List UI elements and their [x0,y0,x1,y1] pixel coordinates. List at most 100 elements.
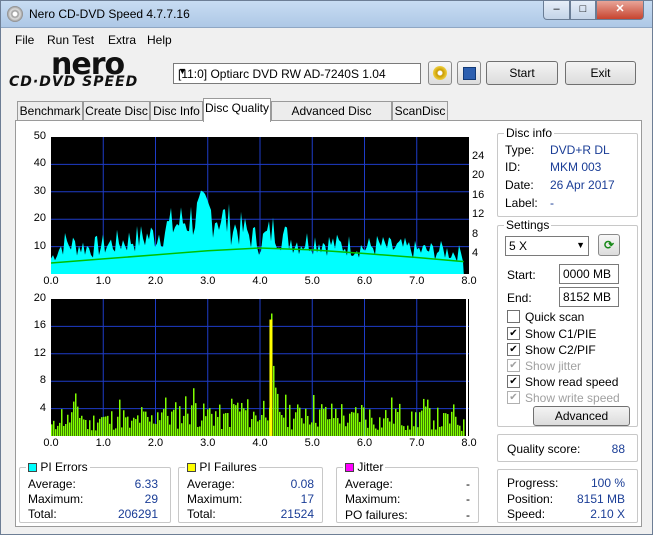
show-jitter-label: Show jitter [525,359,582,373]
pi-failure-bar [155,423,157,436]
close-button[interactable]: ✕ [596,1,644,20]
advanced-button[interactable]: Advanced [533,406,630,426]
x-tick: 7.0 [409,275,425,287]
pi-failure-bar [69,422,71,436]
pi-failure-bar [157,412,159,436]
pi-failure-bar [407,425,409,436]
pi-failure-bar [351,411,353,436]
pi-failure-bar [105,416,107,436]
pi-failure-bar [147,416,149,436]
pi-failure-bar [405,430,407,436]
tab-benchmark[interactable]: Benchmark [17,101,83,121]
pi-failure-bar [337,418,339,436]
speed-value: 5 X [509,239,528,253]
y-right-tick: 16 [472,188,485,201]
pi-failure-bar [325,406,327,436]
pi-failure-bar [387,418,389,436]
pi-failure-bar [323,408,325,436]
window-title: Nero CD-DVD Speed 4.7.7.16 [29,7,190,21]
menu-run-test[interactable]: Run Test [47,33,94,47]
pi-failure-bar [73,401,75,436]
speed-select[interactable]: 5 X ▼ [505,236,589,256]
menu-extra[interactable]: Extra [108,33,136,47]
pi-failure-bar [421,410,423,436]
end-input[interactable]: 8152 MB [559,287,619,307]
pi-failure-bar [307,415,309,436]
pi-errors-average-label: Average: [28,477,76,491]
tab-scandisc[interactable]: ScanDisc [392,101,448,121]
menu-help[interactable]: Help [147,33,172,47]
pi-failure-bar [309,424,311,436]
pi-failure-bar [127,416,129,436]
pi-failure-bar [89,420,91,436]
disc-label-label: Label: [505,196,538,210]
disc-info-group: Disc info Type: DVD+R DL ID: MKM 003 Dat… [497,126,638,217]
pi-errors-area [51,190,464,274]
pi-failure-bar [457,424,459,436]
pi-failure-bar [225,413,227,436]
refresh-button[interactable]: ⟳ [598,234,620,256]
pi-failure-bar [401,425,403,436]
check-icon: ✔ [507,391,520,404]
pi-failure-bar [365,419,367,436]
pi-failure-bar [197,426,199,436]
pi-failure-bar [199,426,201,436]
pi-failure-bar [221,428,223,436]
pi-failure-bar [281,414,283,436]
pi-failure-bar [101,417,103,436]
title-bar[interactable]: Nero CD-DVD Speed 4.7.7.16 – □ ✕ [1,1,652,28]
pi-failures-chart [51,299,469,436]
disc-eject-button[interactable] [428,61,452,85]
tab-create-disc[interactable]: Create Disc [83,101,150,121]
pi-failure-bar [341,404,343,436]
pi-failure-bar [169,424,171,436]
pi-failure-bar [207,409,209,436]
drive-select[interactable]: [11:0] Optiarc DVD RW AD-7240S 1.04 ▼ [173,63,421,84]
cyan-swatch [28,463,37,472]
pi-failure-bar [285,394,287,436]
pi-failure-bar [109,423,111,436]
pi-failure-bar [423,398,425,436]
pi-failure-bar [59,422,61,436]
pi-failure-bar [227,413,229,436]
pi-failures-label: PI Failures [199,460,257,474]
maximize-button[interactable]: □ [570,1,596,20]
start-input[interactable]: 0000 MB [559,264,619,284]
pi-failure-bar [445,413,447,436]
x-tick: 2.0 [147,437,164,449]
pi-failure-bar [439,426,441,436]
quality-score-value: 88 [611,442,625,456]
pi-failure-bar [429,408,431,436]
pi-failure-bar [295,412,297,436]
jitter-maximum-label: Maximum: [345,492,401,506]
checkbox-box [507,310,520,323]
pi-failure-bar [279,411,281,436]
y-left-tick: 12 [33,346,46,359]
chevron-down-icon: ▼ [576,240,585,250]
pi-failure-bar [247,399,249,436]
pi-failure-bar [463,419,465,436]
exit-button[interactable]: Exit [565,61,636,85]
tab-disc-info[interactable]: Disc Info [150,101,203,121]
pi-failure-bar [195,403,197,436]
menu-file[interactable]: File [15,33,34,47]
pi-failure-bar [111,411,113,436]
pi-failure-bar [287,427,289,436]
start-button[interactable]: Start [486,61,558,85]
x-tick: 3.0 [200,275,216,287]
pi-failure-bar [183,415,185,436]
save-button[interactable] [457,61,481,85]
pi-failure-bar [87,429,89,436]
pi-failure-bar [79,417,81,436]
pi-failure-bar [209,408,211,436]
pi-failure-bar [427,399,429,436]
pi-failure-bar [193,388,195,436]
tab-advanced-disc-quality[interactable]: Advanced Disc Quality [271,101,392,136]
pi-failure-bar [137,415,139,436]
pi-failure-bar [231,398,233,436]
pi-failure-bar [217,416,219,436]
pi-failure-bar [205,416,207,436]
minimize-button[interactable]: – [543,1,570,20]
y-right-tick: 20 [472,169,485,182]
tab-disc-quality[interactable]: Disc Quality [203,98,271,122]
